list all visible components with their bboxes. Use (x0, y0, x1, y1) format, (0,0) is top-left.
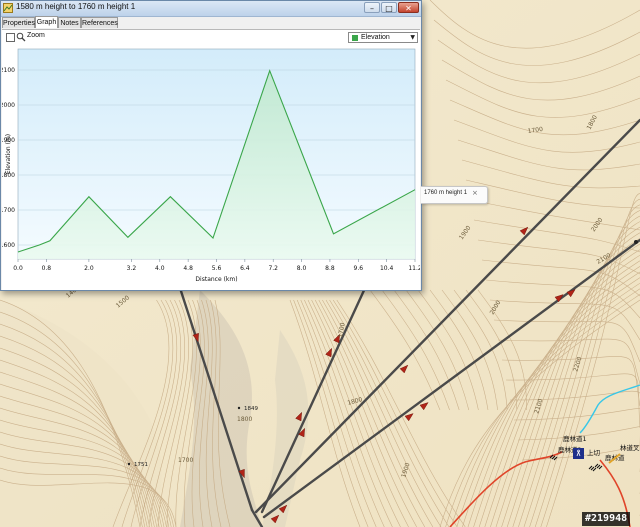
y-tick-label: 1600 (2, 242, 15, 249)
x-tick-label: 3.2 (127, 265, 137, 272)
x-tick-label: 8.0 (297, 265, 307, 272)
graph-toolbar: Zoom Elevation ▼ (2, 29, 420, 46)
app-icon (3, 3, 13, 13)
spot-height-marker (237, 406, 241, 410)
place-label: 鹿林道1 (563, 434, 587, 443)
window-title: 1580 m height to 1760 m height 1 (16, 2, 136, 11)
tab-references[interactable]: References (81, 17, 118, 28)
tooltip-close-button[interactable]: × (472, 189, 478, 197)
zoom-label: Zoom (27, 32, 45, 39)
x-tick-label: 8.8 (325, 265, 335, 272)
spot-height-marker (127, 462, 131, 466)
x-tick-label: 4.0 (155, 265, 165, 272)
x-tick-label: 0.0 (13, 265, 23, 272)
contour-label: 1800 (237, 416, 252, 423)
dropdown-arrow-icon: ▼ (410, 34, 415, 41)
x-tick-label: 5.6 (212, 265, 222, 272)
tab-graph[interactable]: Graph (35, 16, 58, 28)
hiker-icon (573, 448, 584, 459)
spot-height-label: 1849 (244, 406, 258, 412)
minimize-button[interactable]: – (364, 2, 380, 13)
y-tick-label: 2100 (2, 67, 15, 74)
maximize-button[interactable]: □ (381, 2, 397, 13)
elevation-chart[interactable]: 1600170018001900200021000.00.82.03.24.04… (2, 45, 420, 290)
series-color-swatch (352, 35, 358, 41)
y-tick-label: 2000 (2, 102, 15, 109)
magnifier-icon (16, 32, 26, 42)
x-axis-label: Distance (km) (195, 276, 237, 283)
close-button[interactable]: ✕ (398, 2, 419, 13)
y-axis-label: Elevation (m) (5, 134, 12, 174)
place-label: 上切 (587, 448, 601, 457)
series-select[interactable]: Elevation ▼ (348, 32, 418, 43)
x-tick-label: 0.8 (42, 265, 52, 272)
tab-notes[interactable]: Notes (58, 17, 81, 28)
tooltip-text: 1760 m height 1 (424, 190, 468, 196)
route-endpoint (634, 240, 638, 244)
place-label: 林道叉 (620, 443, 640, 452)
x-tick-label: 2.0 (84, 265, 94, 272)
x-tick-label: 6.4 (240, 265, 250, 272)
y-tick-label: 1700 (2, 207, 15, 214)
graph-window: 1580 m height to 1760 m height 1 – □ ✕ P… (0, 0, 422, 291)
contour-label: 1700 (178, 457, 193, 464)
map-tooltip: 1760 m height 1 × (421, 186, 488, 204)
x-tick-label: 11.2 (408, 265, 420, 272)
spot-height-label: 1751 (134, 462, 148, 468)
x-tick-label: 4.8 (183, 265, 193, 272)
watermark-id: #219948 (582, 512, 631, 526)
x-tick-label: 7.2 (268, 265, 278, 272)
zoom-checkbox[interactable] (6, 33, 15, 42)
tab-properties[interactable]: Properties (2, 17, 35, 28)
x-tick-label: 10.4 (380, 265, 394, 272)
chart-area[interactable]: 1600170018001900200021000.00.82.03.24.04… (2, 45, 420, 290)
x-tick-label: 9.6 (354, 265, 364, 272)
title-bar[interactable]: 1580 m height to 1760 m height 1 – □ ✕ (1, 1, 421, 17)
series-select-value: Elevation (361, 34, 390, 41)
